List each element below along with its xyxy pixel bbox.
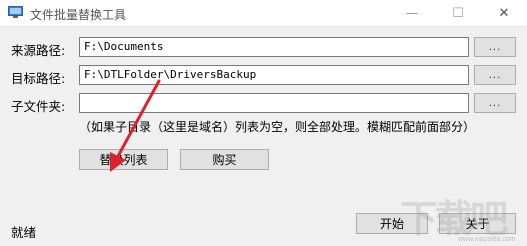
close-button[interactable]: ✕ [481, 0, 527, 26]
source-path-label: 来源路径: [11, 43, 66, 58]
watermark-url: www.xiazaiba.com [458, 236, 516, 243]
buy-button[interactable]: 购买 [180, 149, 269, 170]
title-bar: 文件批量替换工具 — ☐ ✕ [0, 0, 527, 27]
maximize-button[interactable]: ☐ [435, 0, 481, 26]
subfolder-label: 子文件夹: [11, 99, 66, 114]
target-path-input[interactable]: F:\DTLFolder\DriversBackup [79, 65, 469, 85]
target-browse-button[interactable]: ... [474, 65, 516, 85]
source-path-input[interactable]: F:\Documents [79, 37, 469, 57]
minimize-icon: — [405, 5, 419, 21]
app-icon [8, 6, 23, 18]
subfolder-hint: （如果子目录（这里是域名）列表为空，则全部处理。模糊匹配前面部分） [79, 120, 476, 134]
source-browse-button[interactable]: ... [474, 37, 516, 57]
subfolder-input[interactable] [79, 93, 469, 113]
subfolder-browse-button[interactable]: ... [474, 93, 516, 113]
maximize-icon: ☐ [452, 5, 464, 21]
replace-list-button[interactable]: 替换列表 [79, 149, 168, 170]
close-icon: ✕ [498, 5, 510, 21]
minimize-button[interactable]: — [389, 0, 435, 26]
window-title: 文件批量替换工具 [30, 8, 127, 22]
status-text: 就绪 [11, 225, 37, 240]
watermark-logo: 下载吧 [400, 196, 508, 241]
target-path-label: 目标路径: [11, 71, 66, 86]
